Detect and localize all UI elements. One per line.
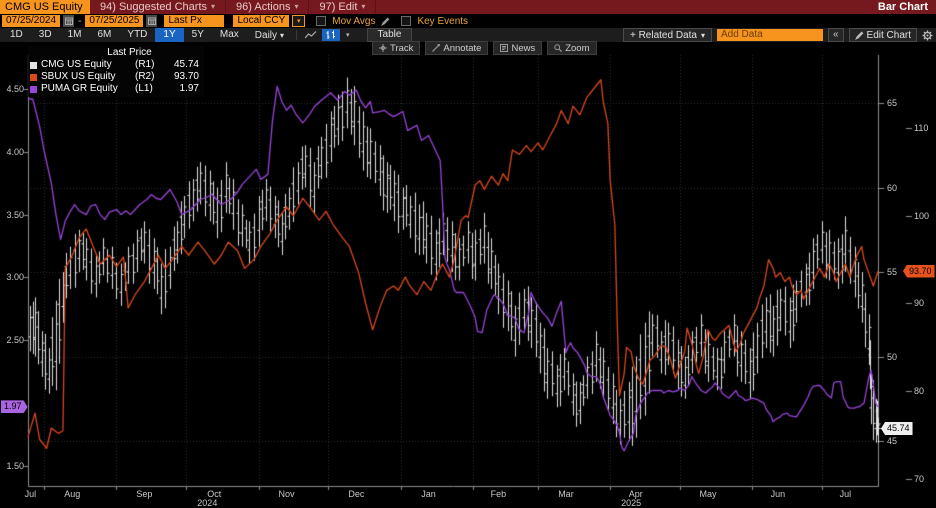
zoom-button[interactable]: Zoom	[547, 41, 597, 55]
series-name: CMG US Equity	[41, 59, 112, 70]
news-button[interactable]: News	[493, 41, 543, 55]
legend-row-cmg: CMG US Equity (R1) 45.74	[30, 59, 199, 71]
track-label: Track	[390, 42, 414, 54]
news-icon	[500, 44, 509, 52]
series-value: 45.74	[173, 59, 199, 70]
track-button[interactable]: Track	[372, 41, 421, 55]
legend-row-puma: PUMA GR Equity (L1) 1.97	[30, 83, 199, 95]
bloomberg-chart-window: CMG US Equity 94) Suggested Charts ▾ 96)…	[0, 0, 936, 508]
series-axis: (R2)	[135, 71, 155, 82]
cmg-swatch-icon	[30, 61, 37, 69]
legend-header: Last Price	[107, 47, 152, 58]
series-value: 1.97	[179, 83, 199, 94]
legend[interactable]: Last Price CMG US Equity (R1) 45.74 SBUX…	[28, 46, 204, 97]
track-crosshair-icon	[379, 44, 387, 52]
sbux-swatch-icon	[30, 73, 37, 81]
series-name: SBUX US Equity	[41, 71, 116, 82]
magnifier-icon	[554, 44, 563, 52]
news-label: News	[511, 42, 536, 54]
series-axis: (L1)	[135, 83, 153, 94]
annotate-pencil-icon	[432, 44, 441, 52]
puma-swatch-icon	[30, 85, 37, 93]
zoom-label: Zoom	[565, 42, 590, 54]
chart-tools: Track Annotate News Zoom	[372, 41, 597, 55]
chart-area: Track Annotate News Zoom Last Price CMG …	[0, 0, 936, 508]
legend-row-sbux: SBUX US Equity (R2) 93.70	[30, 71, 199, 83]
annotate-label: Annotate	[443, 42, 482, 54]
series-value: 93.70	[173, 71, 199, 82]
series-axis: (R1)	[135, 59, 155, 70]
annotate-button[interactable]: Annotate	[425, 41, 489, 55]
series-name: PUMA GR Equity	[41, 83, 118, 94]
